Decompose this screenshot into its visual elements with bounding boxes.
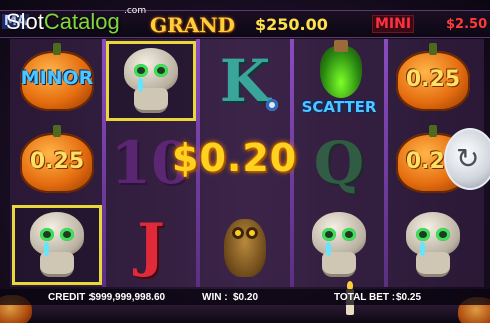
win-amount-display: $0.20: [172, 136, 298, 180]
reel-cell: [200, 205, 290, 285]
reel-cell: J: [106, 205, 196, 285]
skull-icon: [120, 48, 182, 114]
eyeball-icon: [266, 99, 278, 111]
mini-jackpot-label: MINI: [372, 15, 415, 33]
reel-cell: SCATTER: [294, 40, 384, 121]
watermark-logo: SlotCatalog: [6, 9, 120, 35]
reel-cell: [388, 205, 478, 285]
scatter-label: SCATTER: [301, 98, 377, 116]
reel-cell: MINOR: [12, 41, 102, 121]
total-bet-value: $0.25: [396, 292, 422, 303]
grand-jackpot-value: $250.00: [255, 15, 328, 34]
credit-label: CREDIT :: [48, 292, 92, 303]
skull-icon: [308, 212, 370, 278]
reel-cell: [294, 205, 384, 285]
credit-value: $999,999,998.60: [90, 292, 166, 303]
mini-jackpot-value: $2.50: [446, 17, 488, 32]
pumpkin-value: 0.25: [29, 149, 85, 174]
pumpkin-icon: 0.25: [20, 125, 94, 193]
letter-q-symbol: Q: [313, 129, 365, 197]
pumpkin-value: 0.25: [405, 67, 461, 92]
letter-j-symbol: J: [137, 211, 165, 279]
letter-k-symbol: K: [219, 47, 271, 115]
skull-icon: [402, 212, 464, 278]
reel-cell: K: [200, 41, 290, 121]
pumpkin-icon: 0.25: [396, 43, 470, 111]
win-label: WIN :: [202, 292, 228, 303]
reel-cell: Q: [294, 123, 384, 203]
reel-cell: 0.25: [388, 41, 478, 121]
minor-pumpkin-icon: MINOR: [20, 43, 94, 111]
reel-cell: [12, 205, 102, 285]
minor-symbol-label: MINOR: [20, 67, 94, 89]
spin-arrows-icon: ↻: [456, 142, 480, 175]
potion-scatter-icon: SCATTER: [296, 40, 382, 120]
total-bet-label: TOTAL BET :: [334, 292, 396, 303]
watermark-text-b: Catalog: [43, 9, 120, 34]
reel-cell: 0.25: [12, 123, 102, 203]
win-value: $0.20: [233, 292, 259, 303]
reel-cell: [106, 41, 196, 121]
skull-icon: [26, 212, 88, 278]
watermark-com: .com: [124, 6, 147, 16]
slot-game-screen: MA GRAND $250.00 MINI $2.50 SlotCatalog …: [0, 0, 490, 323]
spin-button[interactable]: ↻: [444, 128, 490, 190]
watermark-text-a: Slot: [6, 9, 44, 34]
grand-jackpot-label: GRAND: [150, 13, 235, 37]
floor-decoration: [0, 281, 490, 323]
owl-icon: [218, 209, 272, 281]
